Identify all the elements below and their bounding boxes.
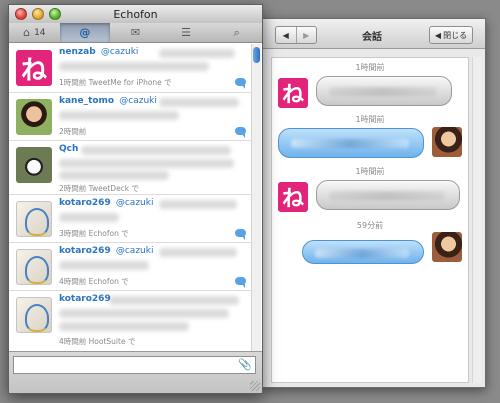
reply-bubble-icon[interactable]	[235, 78, 246, 89]
blurred-text	[59, 111, 179, 120]
unread-count-badge: 14	[34, 27, 46, 38]
timeline-list: ね nenzab @cazuki 1時間前 TweetMe for iPhone…	[9, 44, 252, 353]
compose-tweet-input[interactable]	[13, 356, 256, 374]
close-conversation-button[interactable]: ◀ 閉じる	[429, 26, 473, 44]
blurred-text	[159, 248, 237, 257]
close-arrow-icon: ◀	[434, 30, 442, 40]
tab-home[interactable]: ⌂ 14	[9, 23, 60, 42]
tab-search[interactable]: ⌕	[211, 23, 262, 42]
conversation-title: 会話	[362, 32, 382, 43]
blurred-text	[59, 171, 169, 180]
blurred-text	[59, 159, 234, 168]
tweet-meta: 2時間前	[59, 127, 87, 136]
message-timestamp: 59分前	[356, 221, 384, 230]
scrollbar-thumb[interactable]	[253, 47, 260, 63]
reply-bubble-icon[interactable]	[235, 229, 246, 240]
next-button[interactable]: ▶	[295, 27, 317, 43]
blurred-text	[159, 98, 239, 107]
reply-bubble-icon[interactable]	[235, 277, 246, 288]
home-icon: ⌂	[23, 26, 31, 39]
tweet-header: kotaro269	[59, 294, 111, 304]
username-link[interactable]: kotaro269	[59, 246, 111, 256]
tweet-header: kotaro269 @cazuki	[59, 246, 153, 256]
blurred-text	[59, 62, 209, 71]
tweet-row[interactable]: Qch 2時間前 TweetDeck で	[9, 141, 252, 195]
tweet-row[interactable]: kotaro269 @cazuki 3時間前 Echofon で	[9, 195, 252, 243]
conversation-scrollbar[interactable]	[472, 57, 482, 383]
tweet-row[interactable]: kotaro269 @cazuki 4時間前 Echofon で	[9, 243, 252, 291]
tweet-header: kane_tomo @cazuki	[59, 96, 157, 106]
blurred-text	[59, 213, 119, 222]
message-bubble-left	[316, 76, 452, 106]
tweet-meta: 3時間前 Echofon で	[59, 229, 129, 238]
blurred-text	[59, 322, 189, 331]
username-link[interactable]: Qch	[59, 144, 78, 154]
tweet-meta: 4時間前 Echofon で	[59, 277, 129, 286]
paperclip-icon[interactable]: 📎	[238, 358, 252, 371]
window-title: Echofon	[113, 8, 158, 21]
tweet-meta: 4時間前 HootSuite で	[59, 337, 136, 346]
list-icon: ☰	[181, 26, 192, 39]
conversation-nav: ◀ ▶	[275, 26, 317, 44]
ne-avatar-icon[interactable]: ね	[278, 182, 308, 212]
message-timestamp: 1時間前	[355, 167, 385, 176]
mention-link[interactable]: @cazuki	[119, 96, 157, 106]
mention-link[interactable]: @cazuki	[116, 246, 154, 256]
echofon-window: Echofon ⌂ 14 @ ✉ ☰ ⌕ ね nenzab @cazuki 1時…	[8, 4, 263, 394]
compose-bar: 📎	[9, 351, 262, 393]
tweet-header: kotaro269 @cazuki	[59, 198, 153, 208]
blurred-text	[59, 261, 149, 270]
tweet-meta: 2時間前 TweetDeck で	[59, 184, 140, 193]
username-link[interactable]: kotaro269	[59, 198, 111, 208]
conversation-window: ◀ ▶ 会話 ◀ 閉じる 1時間前 ね 1時間前 1時間前 ね 59分前	[262, 18, 486, 388]
user-avatar-photo[interactable]	[432, 232, 462, 262]
username-link[interactable]: nenzab	[59, 47, 96, 57]
mention-link[interactable]: @cazuki	[101, 47, 139, 57]
message-timestamp: 1時間前	[355, 115, 385, 124]
user-avatar-photo[interactable]	[432, 127, 462, 157]
conversation-thread: 1時間前 ね 1時間前 1時間前 ね 59分前	[271, 57, 469, 383]
illustration-avatar[interactable]	[16, 249, 52, 285]
message-bubble-right	[278, 128, 424, 158]
at-sign-icon: @	[79, 26, 91, 39]
prev-button[interactable]: ◀	[276, 27, 296, 43]
envelope-icon: ✉	[130, 26, 141, 39]
blurred-text	[109, 296, 239, 305]
blurred-text	[59, 309, 229, 318]
photo-avatar[interactable]	[16, 99, 52, 135]
mention-link[interactable]: @cazuki	[116, 198, 154, 208]
message-bubble-right	[302, 240, 424, 264]
message-timestamp: 1時間前	[355, 63, 385, 72]
tweet-header: Qch	[59, 144, 78, 154]
conversation-toolbar: ◀ ▶ 会話 ◀ 閉じる	[263, 19, 485, 49]
tweet-meta: 1時間前 TweetMe for iPhone で	[59, 78, 172, 87]
main-toolbar: ⌂ 14 @ ✉ ☰ ⌕	[9, 23, 262, 43]
resize-grip[interactable]	[250, 381, 260, 391]
tweet-row[interactable]: kane_tomo @cazuki 2時間前	[9, 93, 252, 141]
username-link[interactable]: kotaro269	[59, 294, 111, 304]
search-icon: ⌕	[233, 25, 240, 39]
message-bubble-left	[316, 180, 460, 210]
close-label: 閉じる	[443, 30, 468, 40]
username-link[interactable]: kane_tomo	[59, 96, 114, 106]
timeline-scrollbar[interactable]	[251, 44, 261, 353]
reply-bubble-icon[interactable]	[235, 127, 246, 138]
tab-lists[interactable]: ☰	[161, 23, 212, 42]
ne-avatar-icon[interactable]: ね	[278, 78, 308, 108]
tweet-row[interactable]: kotaro269 4時間前 HootSuite で	[9, 291, 252, 353]
illustration-avatar[interactable]	[16, 297, 52, 333]
tweet-row[interactable]: ね nenzab @cazuki 1時間前 TweetMe for iPhone…	[9, 44, 252, 93]
panda-avatar[interactable]	[16, 147, 52, 183]
blurred-text	[159, 200, 237, 209]
illustration-avatar[interactable]	[16, 201, 52, 237]
tweet-header: nenzab @cazuki	[59, 47, 138, 57]
tab-messages[interactable]: ✉	[110, 23, 161, 42]
title-bar: Echofon	[9, 5, 262, 23]
ne-avatar-icon[interactable]: ね	[16, 50, 52, 86]
tab-mentions[interactable]: @	[59, 23, 111, 42]
blurred-text	[81, 146, 231, 155]
blurred-text	[159, 49, 235, 58]
